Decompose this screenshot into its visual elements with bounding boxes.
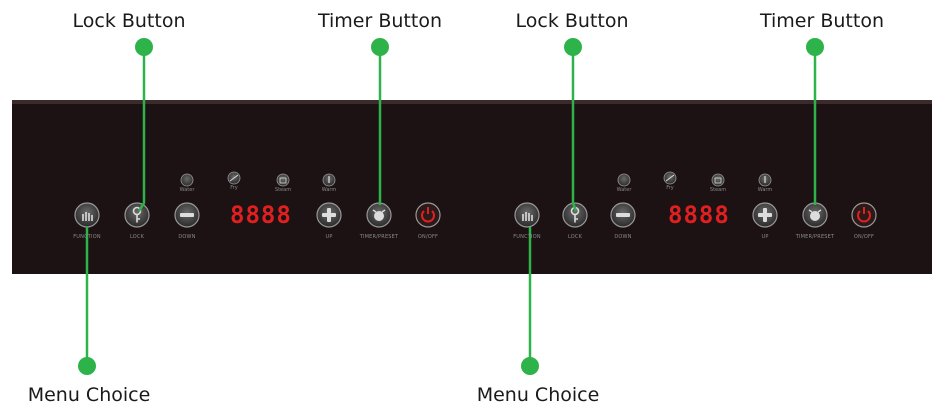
diagram-overlay [74,38,877,375]
menu-choice-callout: Menu Choice [27,384,151,406]
steam-label-2: Steam [709,187,727,193]
down-button-2[interactable] [610,202,636,228]
fry-mode-icon [227,171,241,185]
fry-label: Fry [230,185,238,191]
water-mode-icon-2 [617,173,631,187]
timer-button-callout-2: Timer Button [760,10,884,32]
water-mode-icon [180,173,194,187]
timer-label: TIMER/PRESET [359,234,399,240]
power-button[interactable] [415,202,441,228]
menu-callout-dot [78,357,96,375]
lock-callout-dot [135,38,153,56]
function-button[interactable] [74,202,100,228]
minus-icon [180,213,194,217]
timer-callout-dot-2 [806,38,824,56]
up-label-2: UP [761,234,769,240]
up-button-2[interactable] [752,202,778,228]
steam-mode-icon [276,173,290,187]
lock-label-2: LOCK [567,234,583,240]
warm-mode-icon [322,173,336,187]
function-label-2: FUNCTION [513,234,541,240]
menu-callout-dot-2 [521,357,539,375]
digital-display: 8888 [230,201,292,229]
lock-callout-line-2 [571,48,578,212]
lock-callout-dot-2 [564,38,582,56]
fry-label-2: Fry [666,185,674,191]
lock-button-callout-2: Lock Button [515,10,629,32]
lock-callout-line [137,48,146,212]
timer-button[interactable] [366,202,392,228]
power-label: ON/OFF [417,234,439,240]
digital-display-2: 8888 [668,201,730,229]
warm-mode-icon-2 [758,173,772,187]
warm-label-2: Warm [757,187,773,193]
timer-button-2[interactable] [802,202,828,228]
plus-icon [327,208,331,222]
timer-button-callout: Timer Button [318,10,442,32]
water-label: Water [179,187,195,193]
menu-choice-callout-2: Menu Choice [476,384,600,406]
power-label-2: ON/OFF [853,234,875,240]
lock-label: LOCK [129,234,145,240]
lock-button-callout: Lock Button [72,10,186,32]
steam-mode-icon-2 [711,173,725,187]
timer-callout-dot [371,38,389,56]
down-button[interactable] [174,202,200,228]
up-label: UP [325,234,333,240]
steam-label: Steam [274,187,292,193]
warm-label: Warm [321,187,337,193]
function-button-2[interactable] [514,202,540,228]
power-button-2[interactable] [851,202,877,228]
fry-mode-icon-2 [663,171,677,185]
lock-button[interactable] [124,202,150,228]
timer-label-2: TIMER/PRESET [795,234,835,240]
function-label: FUNCTION [73,234,101,240]
down-label-2: DOWN [614,234,632,240]
water-label-2: Water [616,187,632,193]
up-button[interactable] [316,202,342,228]
down-label: DOWN [178,234,196,240]
